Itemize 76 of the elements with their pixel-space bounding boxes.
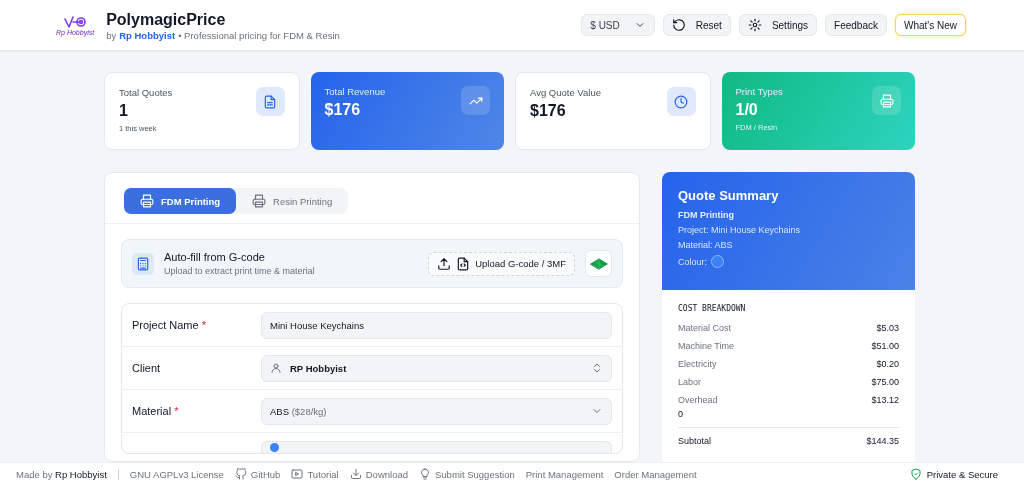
cost-value: $13.12 <box>871 395 899 405</box>
tab[interactable]: FDM Printing <box>124 188 237 214</box>
currency-select[interactable]: $ USD <box>581 14 655 36</box>
upload-button[interactable]: Upload G-code / 3MF <box>428 251 575 276</box>
footer-link[interactable]: Print Management <box>525 468 604 480</box>
footer-link[interactable]: Download <box>349 468 408 480</box>
up-down-chevron-icon <box>591 362 603 374</box>
cost-value: $51.00 <box>871 341 899 351</box>
clock-icon <box>674 94 688 109</box>
settings-icon <box>747 18 762 32</box>
stat-label: Print Types <box>735 86 783 97</box>
subtotal-value: $144.35 <box>866 436 899 446</box>
upload-icon <box>437 256 452 271</box>
video-icon <box>291 468 304 480</box>
field-label: Client <box>132 362 162 374</box>
cost-label: Labor <box>678 377 702 387</box>
printer-icon <box>140 194 154 208</box>
cost-value: $75.00 <box>871 377 899 387</box>
material-select[interactable]: ABS ($28/kg) <box>261 397 612 425</box>
app-title: PolymagicPrice <box>106 9 227 30</box>
client-select[interactable]: RP Hobbyist <box>261 354 612 382</box>
document-icon <box>263 94 277 109</box>
reset-icon <box>671 18 686 32</box>
subtotal-label: Subtotal <box>678 436 712 446</box>
stat-value: $176 <box>324 101 362 119</box>
footer-link[interactable]: GNU AGPLv3 License <box>129 468 224 480</box>
calculator-icon <box>136 256 150 271</box>
breakdown-title: COST BREAKDOWN <box>678 304 747 313</box>
lightbulb-icon <box>419 468 431 480</box>
field-label: Material * <box>132 405 180 417</box>
github-icon <box>234 468 247 480</box>
autofill-subtitle: Upload to extract print time & material <box>164 266 316 276</box>
slicer-button[interactable] <box>585 250 612 277</box>
colour-label: Colour: <box>678 256 707 267</box>
cost-label: Material Cost <box>678 323 731 333</box>
credit-text: Made by Rp Hobbyist <box>16 468 107 480</box>
tagline: • Professional pricing for FDM & Resin <box>178 29 340 41</box>
privacy-text: Private & Secure <box>926 468 998 480</box>
summary-title: Quote Summary <box>678 188 780 203</box>
feedback-button[interactable]: Feedback <box>825 14 887 36</box>
footer-link[interactable]: Tutorial <box>291 468 339 480</box>
reset-button[interactable]: Reset <box>662 14 731 36</box>
author-link[interactable]: Rp Hobbyist <box>119 29 176 41</box>
autofill-title: Auto-fill from G-code <box>164 251 266 263</box>
cost-label: Overhead <box>678 395 718 405</box>
footer-link[interactable]: Submit Suggestion <box>419 468 515 480</box>
stat-label: Total Quotes <box>119 87 173 98</box>
field-label: Project Name * <box>132 319 207 331</box>
stat-label: Avg Quote Value <box>530 87 601 98</box>
stat-value: $176 <box>530 102 567 120</box>
stat-value: 1 <box>119 102 129 120</box>
cost-value: $0.20 <box>876 359 899 369</box>
printer-icon <box>879 93 894 108</box>
cost-note: 0 <box>678 409 684 419</box>
footer-link[interactable]: Order Management <box>614 468 697 480</box>
text-field[interactable]: Mini House Keychains <box>261 311 612 339</box>
byline-text: by <box>106 29 117 41</box>
material-line: Material: ABS <box>678 240 734 250</box>
project-line: Project: Mini House Keychains <box>678 225 802 235</box>
cost-label: Electricity <box>678 359 717 369</box>
tab[interactable]: Resin Printing <box>236 188 349 214</box>
user-icon <box>270 362 282 374</box>
shield-check-icon <box>909 468 922 480</box>
logo-icon <box>63 14 88 29</box>
cost-value: $5.03 <box>876 323 899 333</box>
printer-icon <box>252 194 267 208</box>
cost-label: Machine Time <box>678 341 735 351</box>
stat-value: 1/0 <box>735 101 759 119</box>
code-file-icon <box>456 256 471 271</box>
whats-new-button[interactable]: What's New <box>894 14 966 36</box>
settings-button[interactable]: Settings <box>738 14 818 36</box>
footer-link[interactable]: GitHub <box>234 468 281 480</box>
stat-label: Total Revenue <box>324 86 386 97</box>
colour-swatch <box>711 255 724 268</box>
print-type: FDM Printing <box>678 210 735 220</box>
download-icon <box>349 468 362 480</box>
